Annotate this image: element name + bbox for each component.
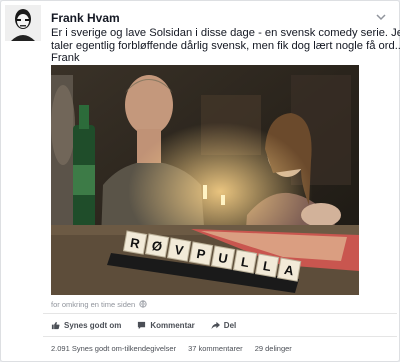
- divider: [43, 336, 397, 337]
- divider: [43, 313, 397, 314]
- comment-icon: [138, 321, 146, 330]
- shares-count[interactable]: 29 delinger: [255, 344, 292, 353]
- post-actions: Synes godt om Kommentar Del: [51, 321, 252, 330]
- comments-count[interactable]: 37 kommentarer: [188, 344, 243, 353]
- post-text-line: Frank: [51, 52, 80, 64]
- post-stats: 2.091 Synes godt om-tilkendegivelser 37 …: [51, 344, 304, 353]
- share-button-label: Del: [223, 321, 237, 330]
- post-card: Frank Hvam Er i sverige og lave Solsidan…: [0, 0, 400, 362]
- chevron-down-icon[interactable]: [375, 11, 387, 23]
- comment-button[interactable]: Kommentar: [137, 321, 195, 330]
- avatar-image: [5, 5, 41, 41]
- globe-icon: [139, 300, 147, 308]
- post-text-line: Er i sverige og lave Solsidan i disse da…: [51, 27, 400, 39]
- post-text: Er i sverige og lave Solsidan i disse da…: [51, 27, 400, 65]
- post-timestamp-text: for omkring en time siden: [51, 300, 136, 309]
- like-button-label: Synes godt om: [64, 321, 122, 330]
- thumbs-up-icon: [51, 321, 60, 330]
- share-button[interactable]: Del: [211, 321, 236, 330]
- post-timestamp[interactable]: for omkring en time siden: [51, 300, 147, 309]
- post-photo-image: R Ø V P U L L A: [51, 65, 359, 295]
- share-icon: [211, 321, 220, 330]
- post-photo[interactable]: R Ø V P U L L A: [51, 65, 359, 295]
- like-button[interactable]: Synes godt om: [51, 321, 121, 330]
- post-text-line: taler egentlig forbløffende dårlig svens…: [51, 39, 400, 52]
- likes-count[interactable]: 2.091 Synes godt om-tilkendegivelser: [51, 344, 176, 353]
- post-author[interactable]: Frank Hvam: [51, 11, 120, 25]
- avatar[interactable]: [5, 5, 41, 41]
- comment-button-label: Kommentar: [150, 321, 195, 330]
